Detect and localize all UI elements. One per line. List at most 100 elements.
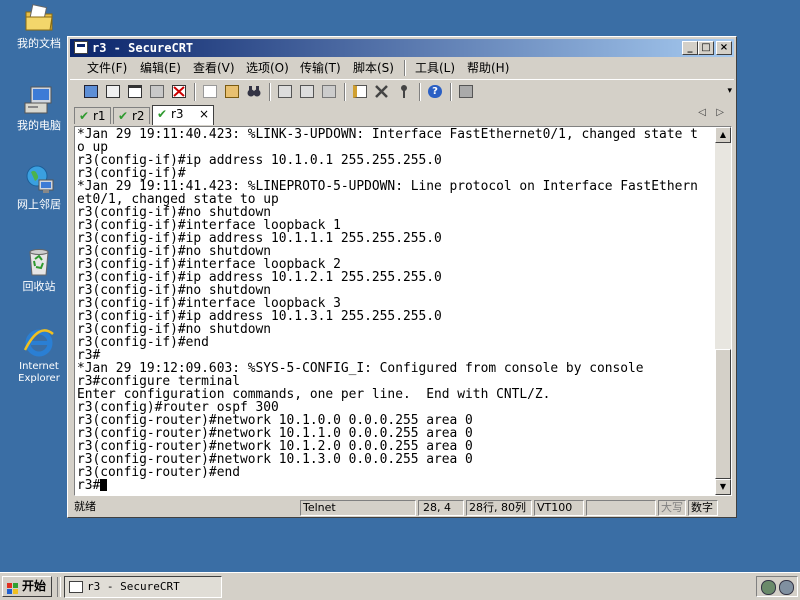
windows-flag-icon — [7, 581, 19, 594]
status-terminal-size: 28行, 80列 — [466, 500, 532, 516]
desktop-icon-label: 回收站 — [22, 280, 56, 293]
toolbar-overflow-icon[interactable]: ▾ — [727, 86, 732, 96]
terminal-prompt: r3# — [77, 478, 101, 492]
status-num-lock: 数字 — [688, 500, 718, 516]
desktop-icon-label: 网上邻居 — [17, 198, 61, 211]
print-icon — [278, 85, 292, 98]
session-tabs: ✔ r1 ✔ r2 ✔ r3 × ◁ ▷ — [70, 105, 734, 125]
internet-explorer-icon — [23, 326, 55, 358]
connect-button[interactable] — [82, 83, 100, 100]
menu-bar: 文件(F) 编辑(E) 查看(V) 选项(O) 传输(T) 脚本(S) 工具(L… — [70, 58, 734, 78]
taskbar-window-label: r3 - SecureCRT — [87, 580, 180, 593]
system-tray — [756, 576, 798, 597]
print-selection-button[interactable] — [298, 83, 316, 100]
global-options-button[interactable] — [373, 83, 391, 100]
scroll-up-button[interactable]: ▲ — [715, 127, 731, 143]
connect-in-tab-button[interactable] — [126, 83, 144, 100]
reconnect-button[interactable] — [148, 83, 166, 100]
menu-transfer[interactable]: 传输(T) — [300, 61, 341, 75]
toolbar-separator — [194, 83, 196, 101]
desktop-icon-label: 我的文档 — [17, 37, 61, 50]
tray-volume-icon[interactable] — [779, 580, 794, 595]
menu-view[interactable]: 查看(V) — [193, 61, 235, 75]
copy-button[interactable] — [201, 83, 219, 100]
securecrt-icon — [69, 581, 83, 593]
window-title: r3 - SecureCRT — [92, 41, 194, 55]
close-tab-icon[interactable]: × — [199, 107, 209, 122]
printer-icon — [322, 85, 336, 98]
print-button[interactable] — [320, 83, 338, 100]
menu-help[interactable]: 帮助(H) — [467, 61, 509, 75]
menu-edit[interactable]: 编辑(E) — [140, 61, 181, 75]
quick-connect-icon — [106, 85, 120, 98]
toolbar-separator — [269, 83, 271, 101]
tab-prev-icon[interactable]: ◁ — [698, 107, 706, 118]
tray-network-icon[interactable] — [761, 580, 776, 595]
print-screen-button[interactable] — [276, 83, 294, 100]
tab-label: r3 — [171, 107, 184, 121]
binoculars-icon — [247, 85, 261, 98]
desktop-icon-my-computer[interactable]: 我的电脑 — [8, 84, 70, 132]
menu-tools[interactable]: 工具(L) — [415, 61, 455, 75]
my-computer-icon — [23, 84, 55, 116]
find-button[interactable] — [245, 83, 263, 100]
taskbar-window-button[interactable]: r3 - SecureCRT — [64, 576, 222, 598]
vertical-scrollbar[interactable]: ▲ ▼ — [715, 127, 731, 495]
title-bar[interactable]: r3 - SecureCRT _ □ × — [70, 39, 734, 57]
map-button[interactable] — [457, 83, 475, 100]
menu-script[interactable]: 脚本(S) — [353, 61, 394, 75]
session-options-icon — [353, 85, 367, 98]
toolbar-separator — [344, 83, 346, 101]
start-label: 开始 — [22, 579, 47, 593]
menu-separator — [404, 60, 406, 76]
menu-file[interactable]: 文件(F) — [87, 61, 127, 75]
status-cursor-position: 28, 4 — [418, 500, 464, 516]
disconnect-button[interactable] — [170, 83, 188, 100]
tab-next-icon[interactable]: ▷ — [716, 107, 724, 118]
tools-icon — [375, 85, 389, 98]
help-button[interactable]: ? — [426, 83, 444, 100]
close-button[interactable]: × — [716, 41, 732, 55]
desktop-icon-label: Explorer — [18, 373, 60, 384]
desktop-icon-recycle-bin[interactable]: 回收站 — [8, 245, 70, 293]
terminal-pane[interactable]: *Jan 29 19:11:40.423: %LINK-3-UPDOWN: In… — [74, 126, 732, 496]
securecrt-window: r3 - SecureCRT _ □ × 文件(F) 编辑(E) 查看(V) 选… — [67, 36, 737, 518]
status-emulation: VT100 — [534, 500, 584, 516]
copy-icon — [203, 85, 217, 98]
status-empty — [586, 500, 656, 516]
terminal-output: *Jan 29 19:11:40.423: %LINK-3-UPDOWN: In… — [77, 128, 715, 492]
quick-connect-button[interactable] — [104, 83, 122, 100]
desktop-icon-network-places[interactable]: 网上邻居 — [8, 163, 70, 211]
app-icon[interactable] — [74, 41, 88, 54]
map-icon — [459, 85, 473, 98]
menu-options[interactable]: 选项(O) — [246, 61, 289, 75]
paste-icon — [225, 85, 239, 98]
tab-r3[interactable]: ✔ r3 × — [152, 105, 214, 125]
tab-label: r1 — [93, 109, 106, 123]
connected-check-icon: ✔ — [157, 107, 168, 121]
keymap-button[interactable] — [395, 83, 413, 100]
reconnect-icon — [150, 85, 164, 98]
desktop-icon-internet-explorer[interactable]: Internet Explorer — [8, 326, 70, 385]
tab-r2[interactable]: ✔ r2 — [113, 107, 150, 124]
tab-r1[interactable]: ✔ r1 — [74, 107, 111, 124]
toolbar: ? ▾ — [70, 79, 734, 104]
recycle-bin-icon — [23, 245, 55, 277]
start-button[interactable]: 开始 — [2, 576, 52, 597]
scroll-thumb[interactable] — [715, 349, 731, 479]
scroll-down-button[interactable]: ▼ — [715, 479, 731, 495]
disconnect-icon — [172, 85, 186, 98]
paste-button[interactable] — [223, 83, 241, 100]
desktop-icon-my-documents[interactable]: 我的文档 — [8, 2, 70, 50]
desktop-icon-label: Internet — [19, 361, 59, 372]
maximize-button[interactable]: □ — [698, 41, 714, 55]
minimize-button[interactable]: _ — [682, 41, 698, 55]
desktop-icon-label: 我的电脑 — [17, 119, 61, 132]
session-options-button[interactable] — [351, 83, 369, 100]
terminal-history: *Jan 29 19:11:40.423: %LINK-3-UPDOWN: In… — [77, 128, 698, 480]
network-places-icon — [23, 163, 55, 195]
status-caps-lock: 大写 — [658, 500, 686, 516]
taskbar: 开始 r3 - SecureCRT — [0, 572, 800, 600]
toolbar-separator — [450, 83, 452, 101]
status-ready: 就绪 — [74, 500, 96, 513]
